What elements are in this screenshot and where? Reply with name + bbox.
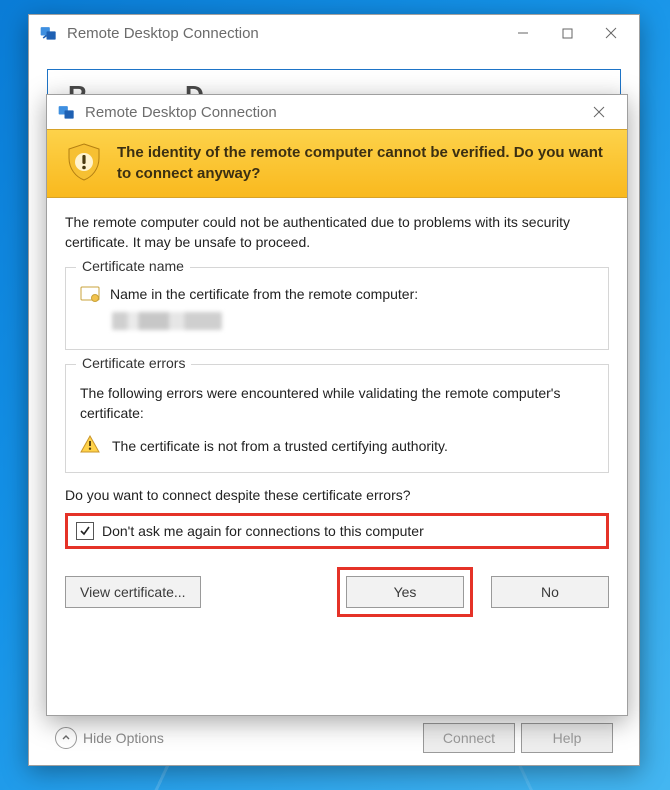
certificate-error-text: The certificate is not from a trusted ce… (112, 438, 448, 454)
connect-button[interactable]: Connect (423, 723, 515, 753)
certificate-icon (80, 286, 100, 302)
maximize-button[interactable] (545, 17, 589, 49)
shield-warning-icon (65, 142, 103, 185)
help-button[interactable]: Help (521, 723, 613, 753)
dialog-title: Remote Desktop Connection (85, 104, 577, 121)
parent-title: Remote Desktop Connection (67, 25, 501, 42)
warning-triangle-icon (80, 435, 100, 456)
checkbox-mark-icon (76, 522, 94, 540)
parent-titlebar[interactable]: Remote Desktop Connection (29, 15, 639, 51)
certificate-errors-description: The following errors were encountered wh… (80, 383, 594, 424)
certificate-name-label: Name in the certificate from the remote … (110, 286, 418, 302)
dialog-lead-text: The remote computer could not be authent… (65, 212, 609, 253)
dont-ask-again-label: Don't ask me again for connections to th… (102, 523, 424, 539)
minimize-button[interactable] (501, 17, 545, 49)
certificate-name-group: Certificate name Name in the certificate… (65, 267, 609, 350)
hide-options-toggle[interactable] (55, 727, 77, 749)
certificate-errors-group: Certificate errors The following errors … (65, 364, 609, 474)
certificate-warning-dialog: Remote Desktop Connection The identity o… (46, 94, 628, 716)
certificate-errors-legend: Certificate errors (76, 355, 191, 371)
certificate-name-legend: Certificate name (76, 258, 190, 274)
no-button[interactable]: No (491, 576, 609, 608)
dialog-close-button[interactable] (577, 96, 621, 128)
dont-ask-again-checkbox[interactable]: Don't ask me again for connections to th… (65, 513, 609, 549)
certificate-error-row: The certificate is not from a trusted ce… (80, 435, 594, 456)
warning-banner-text: The identity of the remote computer cann… (117, 143, 609, 184)
certificate-name-value-redacted (112, 312, 222, 330)
rdc-app-icon (57, 102, 77, 122)
warning-banner: The identity of the remote computer cann… (47, 129, 627, 198)
close-button[interactable] (589, 17, 633, 49)
view-certificate-button[interactable]: View certificate... (65, 576, 201, 608)
yes-button[interactable]: Yes (346, 576, 464, 608)
dialog-titlebar[interactable]: Remote Desktop Connection (47, 95, 627, 129)
hide-options-label: Hide Options (83, 730, 164, 746)
yes-button-highlight: Yes (337, 567, 473, 617)
connect-question: Do you want to connect despite these cer… (65, 487, 609, 503)
rdc-app-icon (39, 23, 59, 43)
